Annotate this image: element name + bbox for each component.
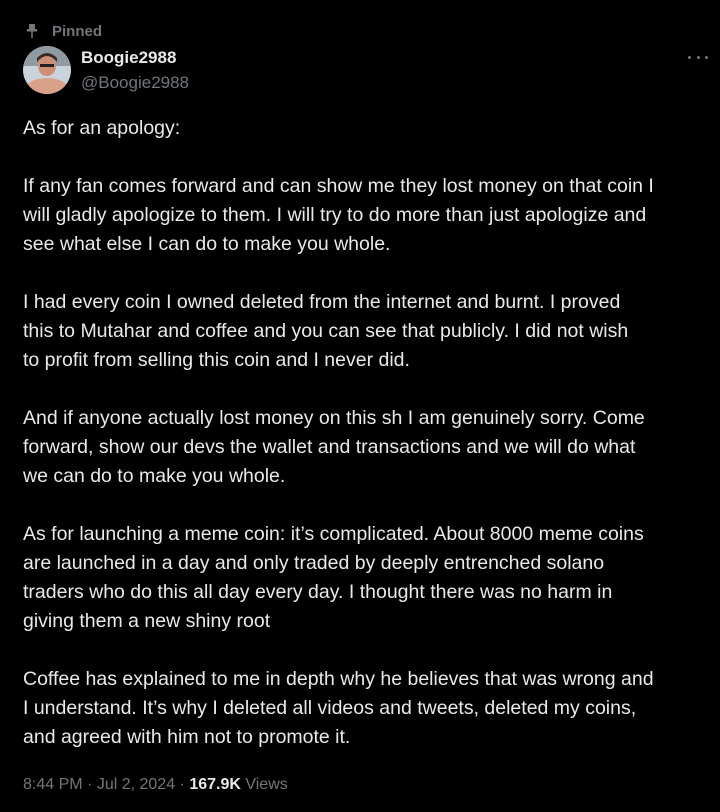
tweet-paragraph: Coffee has explained to me in depth why … (23, 668, 654, 748)
tweet-time[interactable]: 8:44 PM (23, 776, 83, 793)
pinned-label: Pinned (52, 22, 103, 40)
views-label: Views (240, 776, 288, 793)
tweet-text: As for an apology: If any fan comes forw… (23, 114, 713, 781)
pin-icon (27, 24, 37, 38)
meta-separator: · (82, 776, 97, 793)
avatar[interactable] (23, 46, 71, 94)
author-handle[interactable]: @Boogie2988 (81, 72, 189, 94)
tweet-meta: 8:44 PM · Jul 2, 2024 · 167.9K Views (23, 772, 288, 798)
tweet-paragraph: And if anyone actually lost money on thi… (23, 407, 645, 487)
views-count[interactable]: 167.9K (189, 776, 241, 793)
tweet-date[interactable]: Jul 2, 2024 (97, 776, 175, 793)
author-name[interactable]: Boogie2988 (81, 47, 176, 69)
meta-separator: · (175, 776, 190, 793)
tweet-paragraph: I had every coin I owned deleted from th… (23, 291, 629, 371)
pinned-indicator: Pinned (27, 20, 103, 42)
tweet-paragraph: As for launching a meme coin: it’s compl… (23, 523, 644, 632)
tweet-paragraph: As for an apology: (23, 117, 181, 139)
tweet-paragraph: If any fan comes forward and can show me… (23, 175, 654, 255)
more-icon[interactable] (688, 50, 708, 64)
